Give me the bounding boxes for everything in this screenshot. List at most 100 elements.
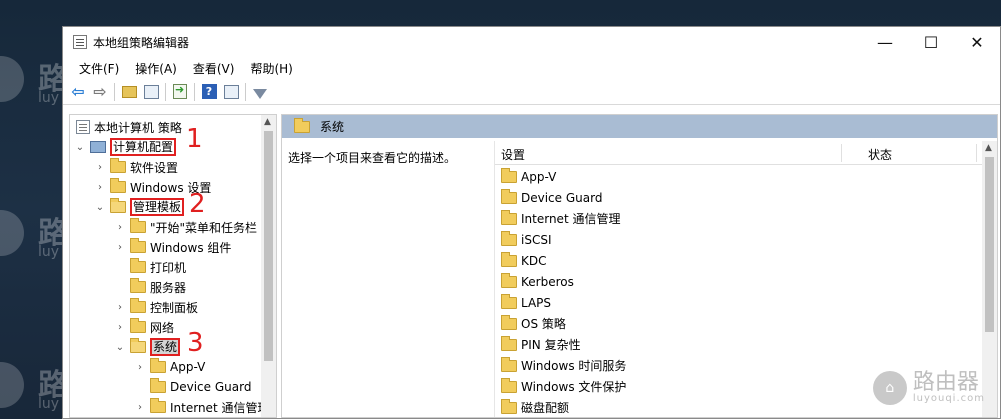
window-title: 本地组策略编辑器 <box>93 35 190 50</box>
annotation-step-2: 2 <box>189 189 206 219</box>
annotation-step-3: 3 <box>187 328 204 358</box>
tree-admin-templates[interactable]: ⌄ 管理模板 <box>94 197 185 217</box>
show-hide-tree-icon[interactable] <box>140 81 162 103</box>
list-item[interactable]: KDC <box>497 250 547 271</box>
export-list-icon[interactable] <box>169 81 191 103</box>
list-item[interactable]: App-V <box>497 166 556 187</box>
scroll-thumb[interactable] <box>264 131 273 361</box>
logo-title: 路由器 <box>912 370 979 396</box>
folder-icon <box>130 218 146 233</box>
folder-icon <box>130 238 146 253</box>
chevron-right-icon[interactable]: › <box>94 182 106 193</box>
folder-icon <box>501 230 517 246</box>
chevron-right-icon[interactable]: › <box>134 362 146 373</box>
chevron-right-icon[interactable]: › <box>134 402 146 413</box>
folder-icon <box>501 398 517 414</box>
list-item[interactable]: Windows 文件保护 <box>497 376 626 397</box>
tree-appv[interactable]: › App-V <box>134 357 205 377</box>
list-item[interactable]: OS 策略 <box>497 313 566 334</box>
folder-icon <box>501 209 517 225</box>
tree-internet-comm[interactable]: › Internet 通信管理 <box>134 397 269 417</box>
corner-logo: ⌂ 路由器 luyouqi.com <box>872 370 985 405</box>
folder-icon <box>130 278 146 293</box>
scroll-thumb[interactable] <box>985 157 994 332</box>
folder-icon <box>130 318 146 333</box>
tree-computer-config[interactable]: ⌄ 计算机配置 <box>74 137 177 157</box>
tree-pane: 本地计算机 策略 ⌄ 计算机配置 › 软件设置 › Windows 设置 ⌄ 管… <box>69 114 277 418</box>
list-item[interactable]: iSCSI <box>497 229 552 250</box>
list-item[interactable]: LAPS <box>497 292 551 313</box>
folder-open-icon <box>130 338 146 353</box>
policy-icon <box>76 120 90 134</box>
column-header-status[interactable]: 状态 <box>868 146 892 163</box>
details-header: 系统 <box>282 115 997 138</box>
folder-icon <box>501 314 517 330</box>
chevron-right-icon[interactable]: › <box>114 302 126 313</box>
help-icon[interactable]: ? <box>198 81 220 103</box>
tree-scrollbar[interactable]: ▲ <box>261 115 276 417</box>
folder-icon <box>130 258 146 273</box>
tree-control-panel[interactable]: › 控制面板 <box>114 297 198 317</box>
chevron-right-icon[interactable]: › <box>94 162 106 173</box>
router-logo-icon: ⌂ <box>872 371 907 405</box>
chevron-right-icon[interactable]: › <box>114 242 126 253</box>
chevron-right-icon[interactable]: › <box>114 222 126 233</box>
title-bar[interactable]: 本地组策略编辑器 — ☐ ✕ <box>63 27 1000 57</box>
back-icon[interactable]: ⇦ <box>67 81 89 103</box>
tree-software-settings[interactable]: › 软件设置 <box>94 157 178 177</box>
list-item[interactable]: Internet 通信管理 <box>497 208 620 229</box>
up-folder-icon[interactable] <box>118 81 140 103</box>
description-text: 选择一个项目来查看它的描述。 <box>288 151 457 165</box>
folder-icon <box>150 358 166 373</box>
properties-icon[interactable] <box>220 81 242 103</box>
toolbar: ⇦ ⇨ ? <box>63 79 1000 105</box>
menu-action[interactable]: 操作(A) <box>127 60 185 77</box>
folder-icon <box>110 158 126 173</box>
folder-icon <box>110 178 126 193</box>
forward-icon[interactable]: ⇨ <box>89 81 111 103</box>
folder-icon <box>150 398 166 413</box>
folder-icon <box>501 272 517 288</box>
tree-device-guard[interactable]: Device Guard <box>146 377 251 397</box>
tree-network[interactable]: › 网络 <box>114 317 174 337</box>
chevron-down-icon[interactable]: ⌄ <box>74 142 86 153</box>
tree-windows-components[interactable]: › Windows 组件 <box>114 237 231 257</box>
list-item[interactable]: Device Guard <box>497 187 602 208</box>
chevron-right-icon[interactable]: › <box>114 322 126 333</box>
folder-icon <box>150 378 166 393</box>
details-header-title: 系统 <box>320 120 345 134</box>
chevron-down-icon[interactable]: ⌄ <box>114 342 126 353</box>
gpedit-window: 本地组策略编辑器 — ☐ ✕ 文件(F) 操作(A) 查看(V) 帮助(H) ⇦… <box>62 26 1001 419</box>
tree-servers[interactable]: 服务器 <box>126 277 186 297</box>
list-item[interactable]: 磁盘配额 <box>497 397 569 417</box>
tree-start-menu[interactable]: › "开始"菜单和任务栏 <box>114 217 257 237</box>
filter-icon[interactable] <box>249 81 271 103</box>
tree-system[interactable]: ⌄ 系统 <box>114 337 181 357</box>
scroll-up-icon[interactable]: ▲ <box>985 143 992 153</box>
folder-icon <box>501 377 517 393</box>
list-item[interactable]: Windows 时间服务 <box>497 355 626 376</box>
scroll-up-icon[interactable]: ▲ <box>264 117 271 127</box>
column-header-setting[interactable]: 设置 <box>501 146 525 163</box>
chevron-down-icon[interactable]: ⌄ <box>94 202 106 213</box>
menu-file[interactable]: 文件(F) <box>71 60 127 77</box>
folder-open-icon <box>110 198 126 213</box>
menu-view[interactable]: 查看(V) <box>185 60 243 77</box>
folder-icon <box>501 335 517 351</box>
menu-help[interactable]: 帮助(H) <box>242 60 300 77</box>
menu-bar: 文件(F) 操作(A) 查看(V) 帮助(H) <box>63 57 1000 79</box>
maximize-button[interactable]: ☐ <box>908 27 954 57</box>
list-item[interactable]: Kerberos <box>497 271 574 292</box>
minimize-button[interactable]: — <box>862 27 908 57</box>
folder-icon <box>294 117 310 133</box>
tree-root[interactable]: 本地计算机 策略 <box>72 117 182 137</box>
list-header: 设置 状态 <box>495 141 997 165</box>
list-item[interactable]: PIN 复杂性 <box>497 334 581 355</box>
close-button[interactable]: ✕ <box>954 27 1000 57</box>
computer-icon <box>90 141 106 153</box>
logo-subtitle: luyouqi.com <box>912 393 985 405</box>
annotation-step-1: 1 <box>186 124 203 154</box>
tree-printers[interactable]: 打印机 <box>126 257 186 277</box>
folder-icon <box>501 251 517 267</box>
folder-icon <box>130 298 146 313</box>
